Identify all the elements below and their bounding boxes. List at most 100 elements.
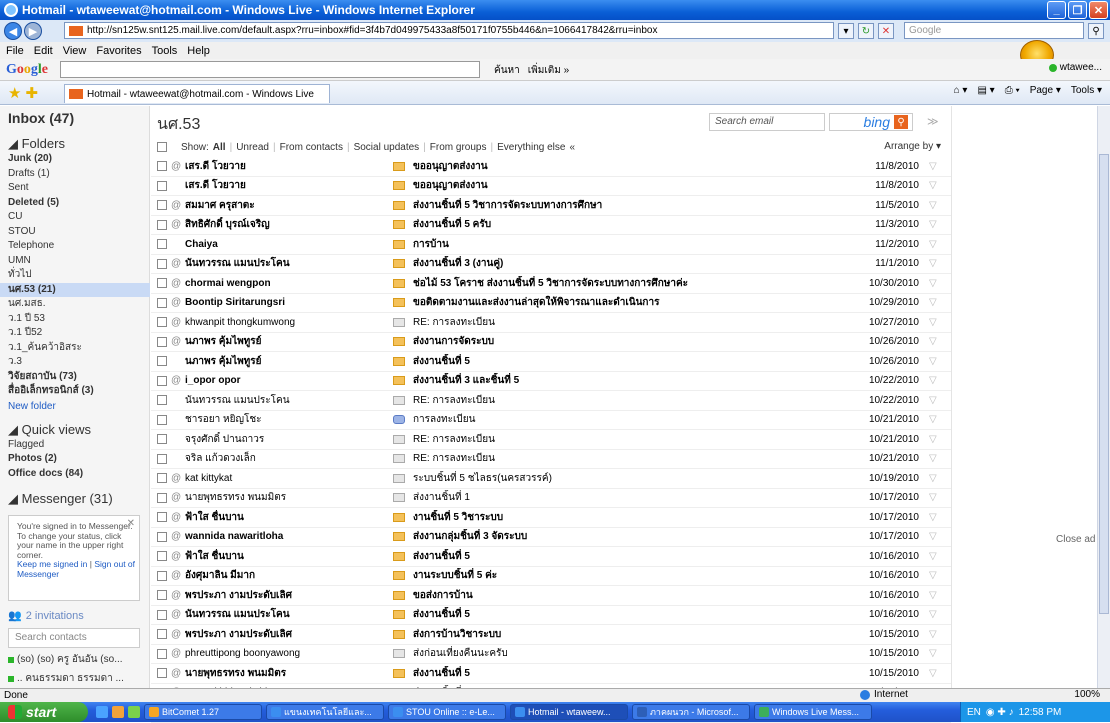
desktop-quicklaunch-icon[interactable] (128, 706, 140, 718)
quick-view-item[interactable]: Office docs (84) (8, 467, 149, 482)
minimize-button[interactable]: _ (1047, 1, 1066, 19)
message-row[interactable]: @ นันทวรรณ แมนประโคน ส่งงานชิ้นที่ 3 (งานค… (151, 255, 951, 274)
filter-from-contacts[interactable]: From contacts (280, 142, 343, 153)
message-checkbox[interactable] (157, 375, 167, 386)
message-checkbox[interactable] (157, 356, 167, 367)
message-checkbox[interactable] (157, 200, 167, 211)
start-button[interactable]: start (0, 702, 88, 722)
google-search-input[interactable] (60, 61, 480, 78)
folder-item[interactable]: STOU (8, 225, 149, 240)
flag-icon[interactable]: ▽ (929, 200, 943, 211)
stop-icon[interactable]: ✕ (878, 23, 894, 39)
filter-all[interactable]: All (213, 142, 226, 153)
message-checkbox[interactable] (157, 551, 167, 562)
message-row[interactable]: @ สมมาศ ครุสาตะ ส่งงานชิ้นที่ 5 วิชาการจัด… (151, 196, 951, 216)
message-checkbox[interactable] (157, 629, 167, 640)
message-checkbox[interactable] (157, 609, 167, 620)
contact-item[interactable]: .. คนธรรมดา ธรรมดา ... (8, 671, 149, 686)
keep-signed-in-link[interactable]: Keep me signed in (17, 559, 87, 569)
arrange-by-dropdown[interactable]: Arrange by ▾ (884, 141, 941, 152)
message-checkbox[interactable] (157, 239, 167, 250)
add-favorites-icon[interactable]: ✚ (25, 84, 38, 102)
search-contacts-input[interactable]: Search contacts (8, 628, 140, 648)
language-indicator[interactable]: EN (967, 707, 981, 718)
select-all-checkbox[interactable] (157, 142, 167, 152)
inbox-link[interactable]: Inbox (47) (8, 110, 149, 126)
close-ad-link[interactable]: Close ad (1056, 534, 1095, 545)
close-button[interactable]: ✕ (1089, 1, 1108, 19)
flag-icon[interactable]: ▽ (929, 161, 943, 172)
folders-header[interactable]: ◢ Folders (8, 136, 149, 152)
message-row[interactable]: เสร.ดี โวยวาย ขออนุญาตส่งงาน 11/8/2010 ▽ (151, 177, 951, 196)
flag-icon[interactable]: ▽ (929, 570, 943, 581)
message-row[interactable]: จรุงศักดิ์ ปานถาวร RE: การลงทะเบียน 10/21/… (151, 430, 951, 450)
google-user[interactable]: wtawee... (1048, 62, 1102, 73)
google-search-button[interactable]: ค้นหา (494, 63, 520, 78)
message-row[interactable]: @ i_opor opor ส่งงานชิ้นที่ 3 และชิ้นที่ 5… (151, 372, 951, 391)
message-checkbox[interactable] (157, 570, 167, 581)
message-row[interactable]: @ พรประภา งามประดับเลิศ ขอส่งการบ้าน 10/16/… (151, 586, 951, 606)
message-checkbox[interactable] (157, 668, 167, 679)
flag-icon[interactable]: ▽ (929, 629, 943, 640)
message-checkbox[interactable] (157, 648, 167, 659)
flag-icon[interactable]: ▽ (929, 258, 943, 269)
message-row[interactable]: นภาพร คุ้มไพทูรย์ ส่งงานชิ้นที่ 5 10/26/20… (151, 352, 951, 372)
flag-icon[interactable]: ▽ (929, 219, 943, 230)
message-checkbox[interactable] (157, 278, 167, 289)
filter-social-updates[interactable]: Social updates (354, 142, 420, 153)
taskbar-item[interactable]: ภาคผนวก - Microsof... (632, 704, 750, 720)
message-checkbox[interactable] (157, 492, 167, 503)
ie-quicklaunch-icon[interactable] (96, 706, 108, 718)
tools-menu[interactable]: Tools ▾ (1071, 85, 1102, 96)
address-field[interactable]: http://sn125w.snt125.mail.live.com/defau… (64, 22, 834, 39)
flag-icon[interactable]: ▽ (929, 278, 943, 289)
message-row[interactable]: @ ฟ้าใส ชื่นบาน งานชิ้นที่ 5 วิชาระบบ 10/17… (151, 508, 951, 528)
taskbar-item[interactable]: Windows Live Mess... (754, 704, 872, 720)
firefox-quicklaunch-icon[interactable] (112, 706, 124, 718)
taskbar-item[interactable]: แขนงเทคโนโลยีและ... (266, 704, 384, 720)
folder-item[interactable]: Sent (8, 181, 149, 196)
menu-edit[interactable]: Edit (34, 45, 53, 57)
folder-item[interactable]: Telephone (8, 239, 149, 254)
taskbar-item[interactable]: BitComet 1.27 (144, 704, 262, 720)
taskbar-item[interactable]: Hotmail - wtaweew... (510, 704, 628, 720)
flag-icon[interactable]: ▽ (929, 414, 943, 425)
flag-icon[interactable]: ▽ (929, 395, 943, 406)
message-checkbox[interactable] (157, 512, 167, 523)
flag-icon[interactable]: ▽ (929, 609, 943, 620)
flag-icon[interactable]: ▽ (929, 531, 943, 542)
message-row[interactable]: @ Boontip Siritarungsri ขอติดตามงานและส่งง… (151, 294, 951, 313)
invitations-link[interactable]: 👥 2 invitations (8, 609, 149, 623)
message-row[interactable]: @ kat kittykat ระบบชิ้นที่ 5 ชไลธร(นครสวรร… (151, 469, 951, 489)
message-checkbox[interactable] (157, 590, 167, 601)
favorites-star-icon[interactable]: ★ (8, 84, 21, 102)
message-checkbox[interactable] (157, 414, 167, 425)
message-row[interactable]: @ นายพุทธรทรง พนมมิตร ส่งงานชิ้นที่ 5 10/15… (151, 664, 951, 684)
message-row[interactable]: @ ฟ้าใส ชื่นบาน ส่งงานชิ้นที่ 5 10/16/2010 ▽ (151, 547, 951, 567)
message-row[interactable]: จริล แก้วดวงเล็ก RE: การลงทะเบียน 10/21/20… (151, 450, 951, 469)
folder-item[interactable]: นศ.53 (21) (0, 282, 150, 297)
forward-button[interactable]: ▶ (24, 22, 42, 40)
menu-file[interactable]: File (6, 45, 24, 57)
flag-icon[interactable]: ▽ (929, 668, 943, 679)
message-checkbox[interactable] (157, 395, 167, 406)
messenger-header[interactable]: ◢ Messenger (31) (8, 491, 149, 507)
message-checkbox[interactable] (157, 473, 167, 484)
message-checkbox[interactable] (157, 161, 167, 172)
message-row[interactable]: @ wannida nawaritloha ส่งงานกลุ่มชิ้นที่ 3… (151, 528, 951, 547)
message-row[interactable]: @ นันทวรรณ แมนประโคน ส่งงานชิ้นที่ 5 10/16/… (151, 606, 951, 625)
flag-icon[interactable]: ▽ (929, 551, 943, 562)
maximize-button[interactable]: ❐ (1068, 1, 1087, 19)
address-dropdown-icon[interactable]: ▾ (838, 23, 854, 39)
message-row[interactable]: @ อังศุมาลิน มีมาก งานระบบชิ้นที่ 5 ค่ะ 10/… (151, 567, 951, 586)
flag-icon[interactable]: ▽ (929, 648, 943, 659)
contact-item[interactable]: (so) (so) ครู อันอัน (so... (8, 652, 149, 667)
message-checkbox[interactable] (157, 297, 167, 308)
menu-help[interactable]: Help (187, 45, 210, 57)
flag-icon[interactable]: ▽ (929, 297, 943, 308)
flag-icon[interactable]: ▽ (929, 356, 943, 367)
close-tip-icon[interactable]: ✕ (127, 519, 135, 529)
flag-icon[interactable]: ▽ (929, 336, 943, 347)
folder-item[interactable]: UMN (8, 254, 149, 269)
vertical-scrollbar[interactable] (1097, 106, 1110, 688)
